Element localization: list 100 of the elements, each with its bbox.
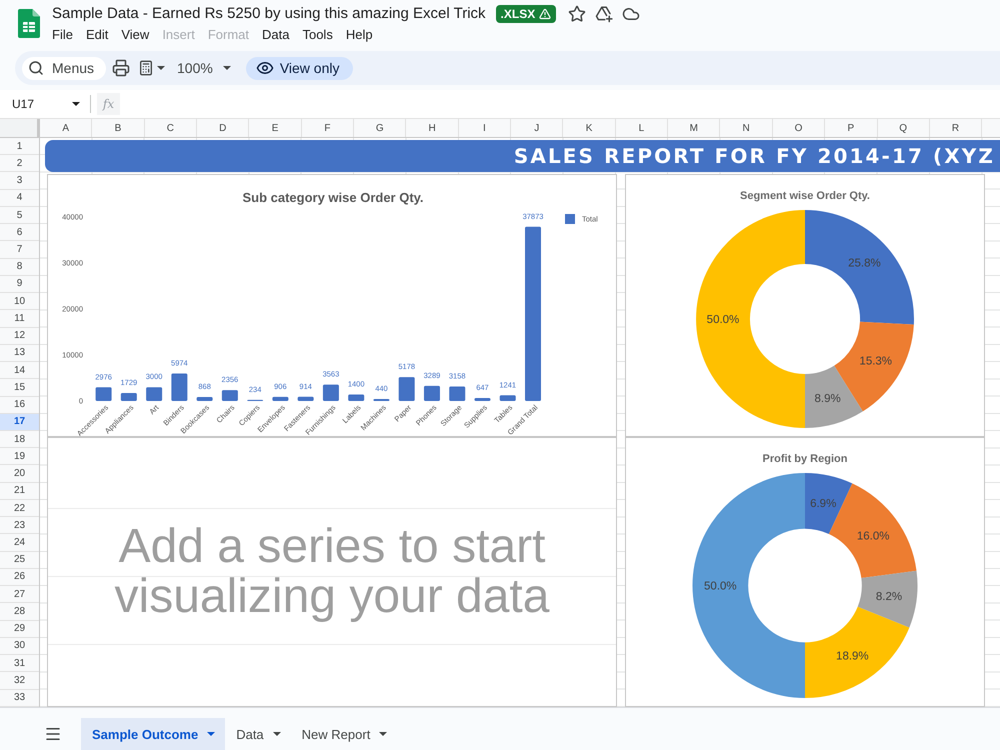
sheet-tab[interactable]: New Report [290,718,398,750]
row-header[interactable]: 7 [0,241,39,259]
bar [196,397,213,401]
column-header[interactable]: P [825,119,878,137]
column-header[interactable]: R [930,119,982,137]
row-header[interactable]: 11 [0,310,39,328]
row-header[interactable]: 3 [0,172,39,190]
row-header[interactable]: 23 [0,517,39,534]
row-header[interactable]: 12 [0,328,39,345]
column-header[interactable]: C [144,119,198,137]
caret-icon [222,66,231,70]
document-title[interactable]: Sample Data - Earned Rs 5250 by using this amazing Excel Trick [52,4,486,24]
warning-icon [539,8,552,20]
row-header[interactable]: 33 [0,690,39,707]
row-header[interactable]: 18 [0,430,39,448]
row-header[interactable]: 30 [0,638,39,656]
chart-title: Profit by Region [762,453,848,465]
printer-icon[interactable] [112,59,130,77]
row-header[interactable]: 8 [0,258,39,276]
row-header[interactable]: 25 [0,552,39,569]
bar [500,395,516,401]
row-header[interactable]: 4 [0,190,39,207]
row-header[interactable]: 13 [0,344,39,362]
column-header[interactable]: A [40,119,92,137]
row-header[interactable]: 26 [0,568,39,586]
slice-label: 6.9% [810,498,836,510]
column-header[interactable]: I [458,119,512,137]
row-header[interactable]: 14 [0,362,39,380]
sheet-tab[interactable]: Sample Outcome [81,718,226,750]
column-header[interactable]: M [668,119,720,137]
row-header[interactable]: 17 [0,414,39,431]
menu-icon[interactable] [44,725,62,743]
zoom-dropdown[interactable]: 100% [177,60,231,76]
triangle-plus-icon[interactable] [595,5,614,23]
caret-icon [72,102,80,106]
row-header[interactable]: 19 [0,448,39,466]
row-header[interactable]: 5 [0,206,39,224]
row-header[interactable]: 22 [0,500,39,518]
name-box[interactable]: U17 [6,93,86,115]
row-header[interactable]: 20 [0,465,39,483]
row-header[interactable]: 21 [0,482,39,500]
bar [146,387,162,401]
menu-item[interactable]: View [121,26,150,44]
row-header[interactable]: 31 [0,655,39,672]
column-header[interactable]: J [511,119,564,137]
row-header[interactable]: 24 [0,534,39,552]
column-header[interactable]: D [197,119,250,137]
row-header[interactable]: 28 [0,603,39,621]
column-header[interactable]: N [720,119,773,137]
menu-item[interactable]: File [52,26,73,44]
row-header[interactable]: 27 [0,586,39,604]
column-header[interactable]: G [354,119,406,137]
bar [96,387,112,401]
slice-label: 50.0% [706,314,740,326]
sheet-tab[interactable]: Data [225,718,291,750]
column-header[interactable]: E [249,119,302,137]
caret-icon[interactable] [157,66,165,70]
bar [398,377,415,401]
row-header[interactable]: 10 [0,293,39,310]
chart-title: Segment wise Order Qty. [740,190,870,202]
search-field[interactable]: Menus [22,56,106,80]
row-header[interactable]: 9 [0,276,39,294]
menu-item[interactable]: Edit [86,26,108,44]
column-header[interactable]: Q [878,119,930,137]
slice-label: 18.9% [836,650,869,663]
empty-chart-message: Add a series to start visualizing your data [114,522,550,622]
row-header[interactable]: 29 [0,620,39,638]
file-format-badge[interactable]: .XLSX [496,5,556,23]
star-icon[interactable] [568,5,586,23]
row-header[interactable]: 6 [0,224,39,242]
menu-item[interactable]: Data [262,26,290,44]
slice-label: 16.0% [856,530,890,542]
menu-item[interactable]: Tools [302,26,333,44]
column-header[interactable]: L [616,119,668,137]
row-header[interactable]: 32 [0,672,39,690]
eye-icon [256,59,274,77]
report-title-banner: SALES REPORT FOR FY 2014-17 (XYZ [45,140,1000,172]
slice-label: 8.2% [876,591,902,604]
column-header[interactable]: F [302,119,354,137]
search-icon [28,60,44,76]
column-header[interactable]: H [406,119,459,137]
column-header[interactable]: O [772,119,826,137]
column-header[interactable]: K [563,119,616,137]
row-header[interactable]: 15 [0,379,39,397]
bar [449,386,466,401]
cloud-icon[interactable] [622,5,640,23]
menu-item[interactable]: Help [346,26,373,44]
caret-icon [379,732,388,736]
caret-icon [272,732,281,736]
spreadsheet-logo[interactable] [18,9,40,38]
slice-label: 50.0% [704,580,737,592]
slice-label: 25.8% [848,257,881,270]
row-header[interactable]: 2 [0,155,39,172]
bar [222,390,238,401]
column-header[interactable]: B [92,119,145,137]
fx-label: fx [97,93,120,115]
view-only-button[interactable]: View only [246,56,354,80]
bar [322,384,339,401]
row-header[interactable]: 1 [0,138,39,156]
calculator-icon[interactable] [138,60,154,76]
